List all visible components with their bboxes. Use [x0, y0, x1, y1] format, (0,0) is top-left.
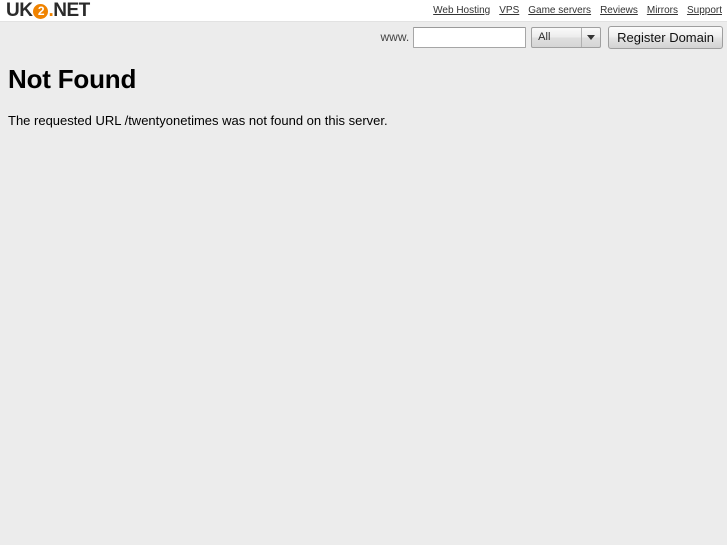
top-navigation: Web Hosting VPS Game servers Reviews Mir… — [433, 2, 722, 18]
chevron-down-glyph — [587, 35, 596, 40]
logo-badge-icon: 2 — [33, 4, 49, 19]
error-message: The requested URL /twentyonetimes was no… — [8, 113, 388, 128]
tld-select-value: All — [538, 31, 551, 43]
domain-search-input[interactable] — [413, 27, 527, 48]
nav-link-vps[interactable]: VPS — [499, 4, 519, 17]
domain-search-row: www. All Register Domain — [380, 26, 723, 49]
logo-text-suffix: NET — [53, 0, 90, 21]
site-header: UK 2 . NET Web Hosting VPS Game servers … — [0, 0, 727, 21]
page-title: Not Found — [8, 64, 137, 94]
domain-search-bar: www. All Register Domain — [0, 21, 727, 52]
register-domain-button[interactable]: Register Domain — [608, 26, 723, 49]
www-prefix-label: www. — [380, 30, 410, 44]
nav-link-web-hosting[interactable]: Web Hosting — [433, 4, 490, 17]
tld-select[interactable]: All — [531, 27, 602, 48]
nav-link-game-servers[interactable]: Game servers — [528, 4, 591, 17]
site-logo[interactable]: UK 2 . NET — [6, 0, 90, 21]
nav-link-mirrors[interactable]: Mirrors — [647, 4, 678, 17]
nav-link-reviews[interactable]: Reviews — [600, 4, 638, 17]
nav-link-support[interactable]: Support — [687, 4, 722, 17]
chevron-down-icon[interactable] — [581, 28, 600, 47]
main-content: Not Found The requested URL /twentyoneti… — [0, 52, 727, 545]
logo-text-prefix: UK — [6, 0, 33, 21]
